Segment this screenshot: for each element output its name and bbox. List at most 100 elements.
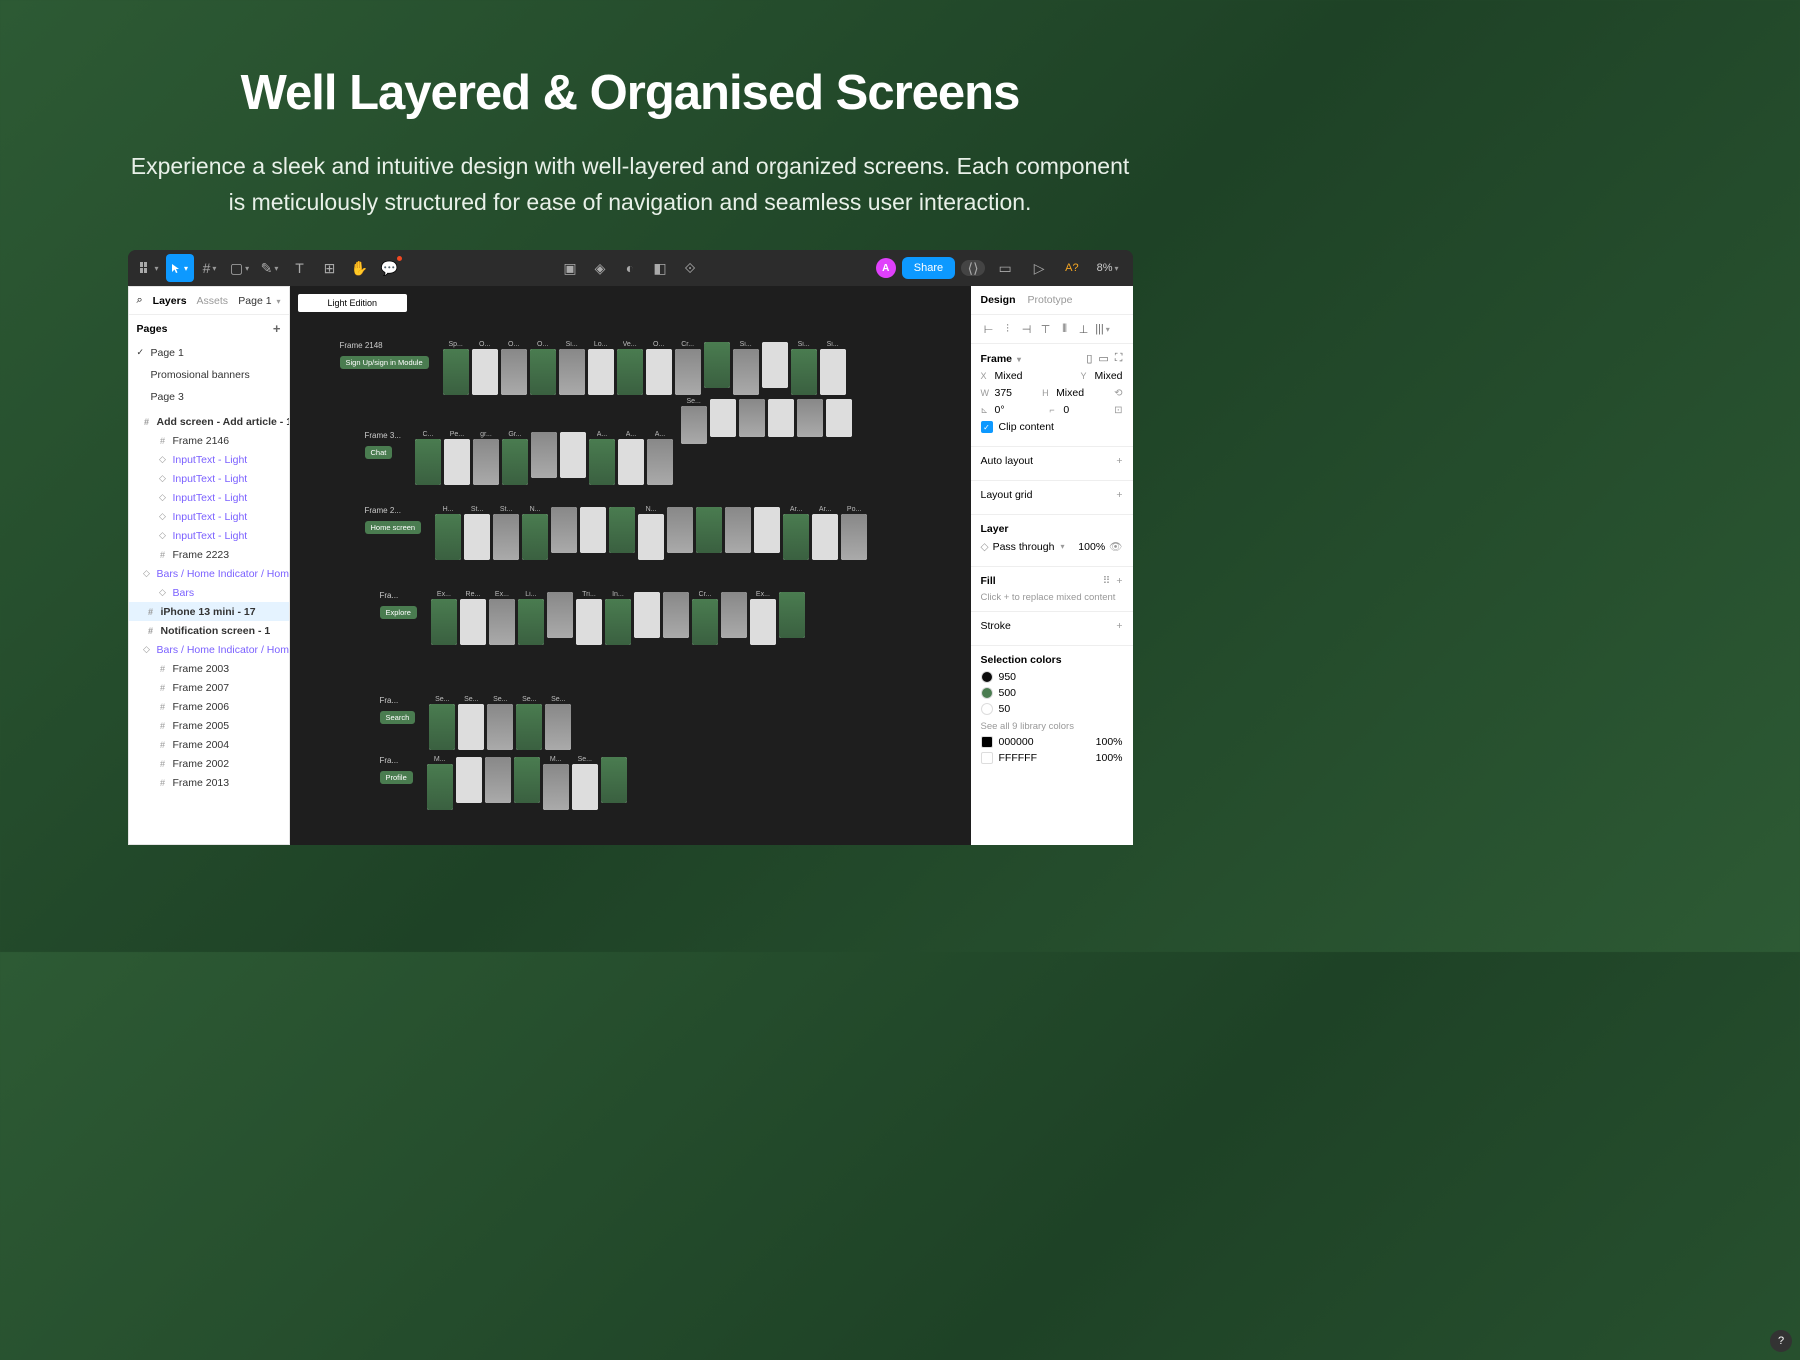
align-bottom-icon[interactable]: ⊥ bbox=[1076, 321, 1092, 337]
dev-mode-icon[interactable]: ⟨⟩ bbox=[961, 260, 985, 276]
screen-thumbnail[interactable] bbox=[516, 704, 542, 750]
rect-tool-icon[interactable]: ▢▾ bbox=[226, 254, 254, 282]
screen-thumbnail[interactable] bbox=[797, 399, 823, 437]
screen-thumbnail[interactable] bbox=[576, 599, 602, 645]
screen-thumbnail[interactable] bbox=[464, 514, 490, 560]
screen-thumbnail[interactable] bbox=[547, 592, 573, 638]
layer-item[interactable]: #Frame 2005 bbox=[129, 716, 289, 735]
zoom-level[interactable]: 8%▾ bbox=[1091, 262, 1125, 274]
screen-thumbnail[interactable] bbox=[704, 342, 730, 388]
layer-item[interactable]: #Frame 2013 bbox=[129, 773, 289, 792]
screen-thumbnail[interactable] bbox=[514, 757, 540, 803]
layer-item[interactable]: #iPhone 13 mini - 17 bbox=[129, 602, 289, 621]
resize-vert-icon[interactable]: ▯ bbox=[1086, 352, 1092, 365]
corner-detail-icon[interactable]: ⊡ bbox=[1114, 405, 1122, 416]
layer-item[interactable]: #Frame 2007 bbox=[129, 678, 289, 697]
distribute-icon[interactable]: |||▾ bbox=[1095, 321, 1111, 337]
layer-item[interactable]: ◇InputText - Light bbox=[129, 526, 289, 545]
fill-style-icon[interactable]: ⠿ bbox=[1103, 575, 1111, 587]
screen-thumbnail[interactable] bbox=[618, 439, 644, 485]
layer-item[interactable]: ◇Bars / Home Indicator / Home... bbox=[129, 564, 289, 583]
screen-thumbnail[interactable] bbox=[605, 599, 631, 645]
layer-item[interactable]: ◇InputText - Light bbox=[129, 469, 289, 488]
screen-thumbnail[interactable] bbox=[667, 507, 693, 553]
screen-thumbnail[interactable] bbox=[489, 599, 515, 645]
screen-thumbnail[interactable] bbox=[472, 349, 498, 395]
screen-thumbnail[interactable] bbox=[791, 349, 817, 395]
screen-thumbnail[interactable] bbox=[733, 349, 759, 395]
search-icon[interactable]: ⌕ bbox=[137, 294, 143, 307]
layer-item[interactable]: #Notification screen - 1 bbox=[129, 621, 289, 640]
add-autolayout-icon[interactable]: + bbox=[1116, 455, 1122, 467]
y-input[interactable]: Mixed bbox=[1094, 370, 1122, 382]
layer-item[interactable]: ◇Bars / Home Indicator / Home... bbox=[129, 640, 289, 659]
screen-thumbnail[interactable] bbox=[754, 507, 780, 553]
layer-item[interactable]: ◇InputText - Light bbox=[129, 450, 289, 469]
screen-thumbnail[interactable] bbox=[768, 399, 794, 437]
screen-thumbnail[interactable] bbox=[485, 757, 511, 803]
screen-thumbnail[interactable] bbox=[647, 439, 673, 485]
opacity-input[interactable]: 100% bbox=[1078, 541, 1105, 553]
color-row[interactable]: 950 bbox=[981, 671, 1123, 683]
screen-thumbnail[interactable] bbox=[518, 599, 544, 645]
page-item[interactable]: Page 1 bbox=[129, 342, 289, 364]
w-input[interactable]: 375 bbox=[995, 387, 1013, 399]
screen-thumbnail[interactable] bbox=[739, 399, 765, 437]
screen-thumbnail[interactable] bbox=[551, 507, 577, 553]
layers-list[interactable]: #Add screen - Add article - 1#Frame 2146… bbox=[129, 408, 289, 844]
screen-thumbnail[interactable] bbox=[692, 599, 718, 645]
resize-horiz-icon[interactable]: ▭ bbox=[1098, 352, 1108, 365]
screen-thumbnail[interactable] bbox=[750, 599, 776, 645]
missing-fonts[interactable]: A? bbox=[1059, 262, 1084, 274]
add-grid-icon[interactable]: + bbox=[1116, 489, 1122, 501]
resources-tool-icon[interactable]: ⊞ bbox=[316, 254, 344, 282]
screen-thumbnail[interactable] bbox=[531, 432, 557, 478]
screen-thumbnail[interactable] bbox=[493, 514, 519, 560]
layer-item[interactable]: #Add screen - Add article - 1 bbox=[129, 412, 289, 431]
screen-thumbnail[interactable] bbox=[646, 349, 672, 395]
layer-item[interactable]: #Frame 2004 bbox=[129, 735, 289, 754]
screen-thumbnail[interactable] bbox=[458, 704, 484, 750]
screen-thumbnail[interactable] bbox=[522, 514, 548, 560]
screen-thumbnail[interactable] bbox=[501, 349, 527, 395]
move-tool-icon[interactable]: ▾ bbox=[166, 254, 194, 282]
avatar[interactable]: A bbox=[876, 258, 896, 278]
screen-thumbnail[interactable] bbox=[783, 514, 809, 560]
play-icon[interactable]: ▷ bbox=[1025, 254, 1053, 282]
frame-tool-icon[interactable]: #▾ bbox=[196, 254, 224, 282]
x-input[interactable]: Mixed bbox=[995, 370, 1023, 382]
screen-thumbnail[interactable] bbox=[812, 514, 838, 560]
h-input[interactable]: Mixed bbox=[1056, 387, 1084, 399]
screen-thumbnail[interactable] bbox=[443, 349, 469, 395]
crop-icon[interactable]: ⟐ bbox=[676, 254, 704, 282]
component-icon[interactable]: ▣ bbox=[556, 254, 584, 282]
screen-thumbnail[interactable] bbox=[725, 507, 751, 553]
screen-thumbnail[interactable] bbox=[588, 349, 614, 395]
color-row[interactable]: 000000100% bbox=[981, 736, 1123, 748]
boolean-icon[interactable]: ◐ bbox=[616, 254, 644, 282]
blend-mode[interactable]: Pass through bbox=[993, 541, 1055, 553]
layer-item[interactable]: #Frame 2223 bbox=[129, 545, 289, 564]
tab-prototype[interactable]: Prototype bbox=[1028, 294, 1073, 306]
align-right-icon[interactable]: ⊣ bbox=[1019, 321, 1035, 337]
screen-thumbnail[interactable] bbox=[429, 704, 455, 750]
screen-thumbnail[interactable] bbox=[696, 507, 722, 553]
screen-thumbnail[interactable] bbox=[473, 439, 499, 485]
figma-menu-icon[interactable]: ▾ bbox=[136, 254, 164, 282]
color-row[interactable]: 50 bbox=[981, 703, 1123, 715]
add-fill-icon[interactable]: + bbox=[1116, 575, 1122, 587]
library-icon[interactable]: ▭ bbox=[991, 254, 1019, 282]
share-button[interactable]: Share bbox=[902, 257, 955, 279]
screen-thumbnail[interactable] bbox=[435, 514, 461, 560]
screen-thumbnail[interactable] bbox=[456, 757, 482, 803]
screen-thumbnail[interactable] bbox=[617, 349, 643, 395]
screen-thumbnail[interactable] bbox=[427, 764, 453, 810]
screen-thumbnail[interactable] bbox=[543, 764, 569, 810]
mask-icon[interactable]: ◈ bbox=[586, 254, 614, 282]
add-page-icon[interactable]: + bbox=[273, 321, 281, 336]
union-icon[interactable]: ◧ bbox=[646, 254, 674, 282]
resize-fit-icon[interactable]: ⛶ bbox=[1115, 352, 1123, 365]
color-row[interactable]: 500 bbox=[981, 687, 1123, 699]
pen-tool-icon[interactable]: ✎▾ bbox=[256, 254, 284, 282]
link-icon[interactable]: ⟲ bbox=[1114, 388, 1122, 399]
